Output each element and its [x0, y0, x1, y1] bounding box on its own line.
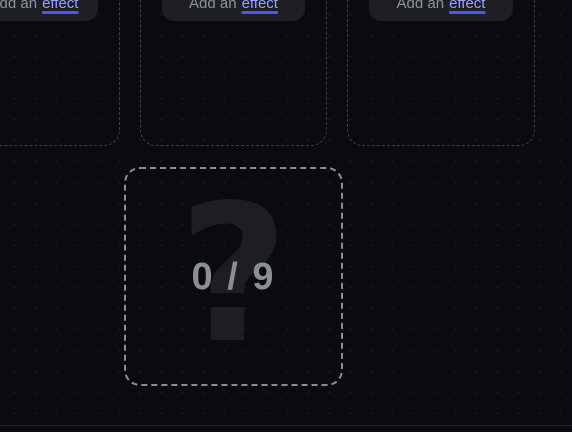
add-effect-link-3[interactable]: effect: [449, 0, 485, 11]
add-effect-button-3[interactable]: Add an effect: [369, 0, 513, 21]
bottom-divider: [0, 425, 572, 426]
effect-drop-slot[interactable]: ? 0 / 9: [124, 167, 343, 386]
add-effect-link-1[interactable]: effect: [42, 0, 78, 11]
effect-slot-1[interactable]: [0, 0, 120, 146]
effects-canvas: Add an effect Add an effect Add an effect ?…: [0, 0, 572, 432]
add-effect-button-1[interactable]: Add an effect: [0, 0, 98, 21]
add-effect-button-2[interactable]: Add an effect: [162, 0, 305, 21]
add-effect-label-2: Add an: [189, 0, 237, 12]
effect-counter: 0 / 9: [191, 256, 276, 298]
effect-slot-2[interactable]: [140, 0, 327, 146]
add-effect-label-3: Add an: [396, 0, 445, 12]
add-effect-label-1: Add an: [0, 0, 38, 12]
effect-slot-3[interactable]: [347, 0, 535, 146]
add-effect-link-2[interactable]: effect: [242, 0, 278, 11]
